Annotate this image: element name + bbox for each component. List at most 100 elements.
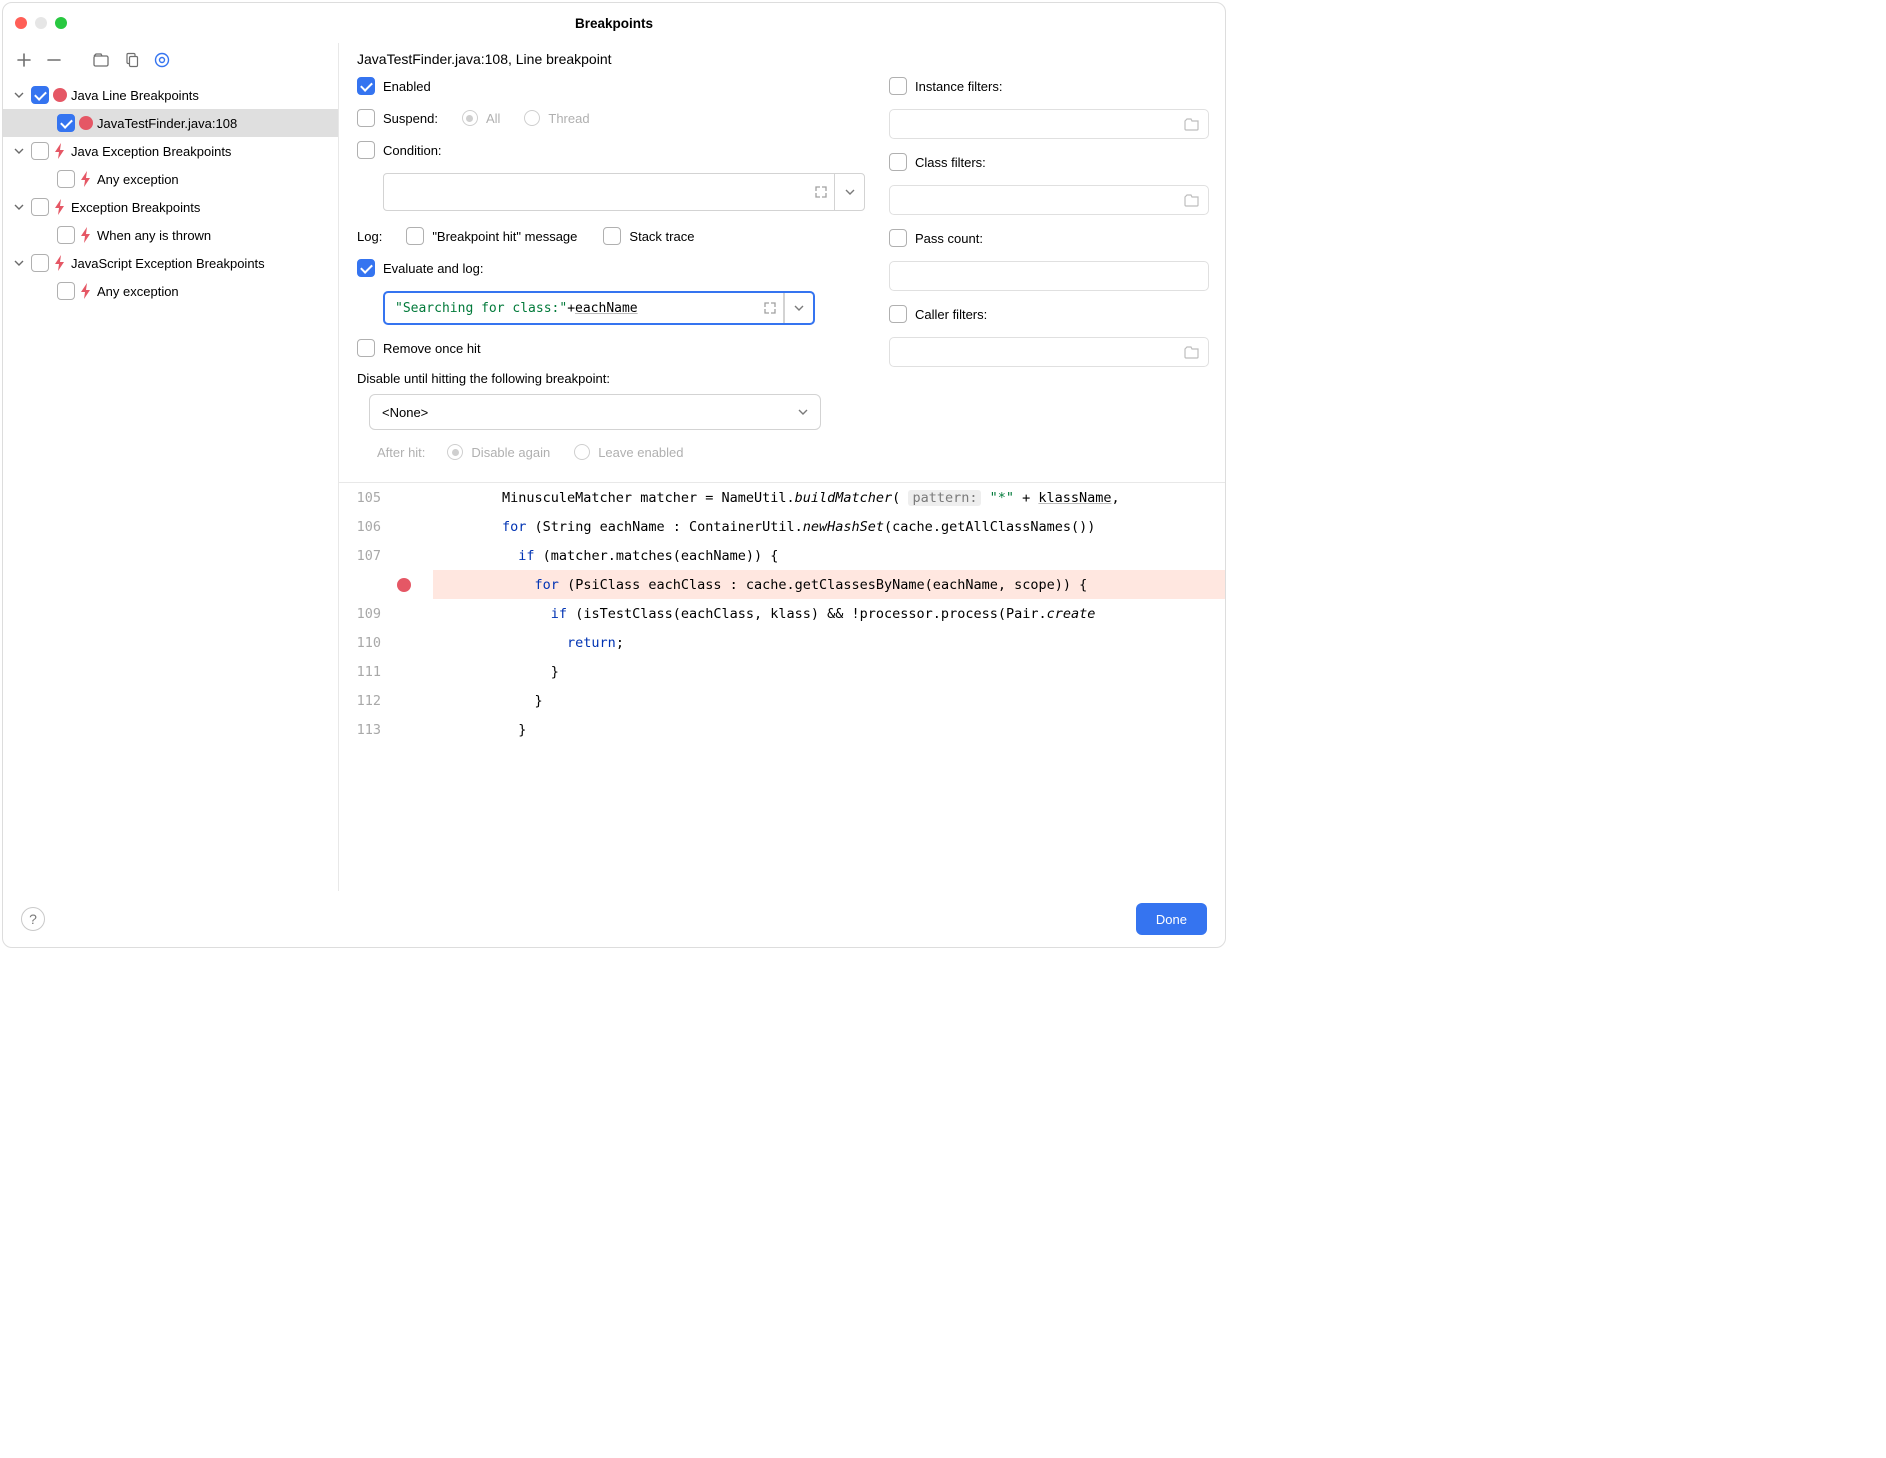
tree-item[interactable]: When any is thrown	[3, 221, 338, 249]
footer: ? Done	[3, 891, 1225, 947]
minimize-window-icon[interactable]	[35, 17, 47, 29]
tree-item[interactable]: Any exception	[3, 165, 338, 193]
code-text: }	[433, 722, 1225, 738]
checkbox[interactable]	[57, 282, 75, 300]
breakpoint-title: JavaTestFinder.java:108, Line breakpoint	[339, 43, 1225, 71]
tree-group[interactable]: Java Line Breakpoints	[3, 81, 338, 109]
tree-group[interactable]: Exception Breakpoints	[3, 193, 338, 221]
code-line: 107 if (matcher.matches(eachName)) {	[339, 541, 1225, 570]
checkbox[interactable]	[57, 226, 75, 244]
breakpoints-dialog: Breakpoints	[2, 2, 1226, 948]
gutter-breakpoint[interactable]	[389, 578, 419, 592]
condition-checkbox[interactable]	[357, 141, 375, 159]
checkbox[interactable]	[57, 170, 75, 188]
maximize-window-icon[interactable]	[55, 17, 67, 29]
instance-filters-checkbox[interactable]	[889, 77, 907, 95]
after-hit-row: After hit: Disable again Leave enabled	[357, 444, 865, 460]
code-line: 105 MinusculeMatcher matcher = NameUtil.…	[339, 483, 1225, 512]
checkbox[interactable]	[57, 114, 75, 132]
class-filters-input[interactable]	[889, 185, 1209, 215]
tree-group-label: Java Line Breakpoints	[71, 88, 199, 103]
evaluate-input[interactable]: "Searching for class:" + eachName	[383, 291, 815, 325]
chevron-down-icon[interactable]	[11, 199, 27, 215]
code-line: 111 }	[339, 657, 1225, 686]
code-text: if (isTestClass(eachClass, klass) && !pr…	[433, 606, 1225, 622]
leave-enabled-label: Leave enabled	[598, 445, 683, 460]
class-filters-label: Class filters:	[915, 155, 986, 170]
disable-until-value: <None>	[382, 405, 428, 420]
window-title: Breakpoints	[3, 16, 1225, 31]
breakpoint-dot-icon	[79, 116, 93, 130]
details-panel: JavaTestFinder.java:108, Line breakpoint…	[339, 43, 1225, 891]
breakpoint-tree[interactable]: Java Line Breakpoints JavaTestFinder.jav…	[3, 77, 338, 309]
sidebar-toolbar	[3, 43, 338, 77]
code-preview: 105 MinusculeMatcher matcher = NameUtil.…	[339, 482, 1225, 891]
tree-item-label: Any exception	[97, 284, 179, 299]
close-window-icon[interactable]	[15, 17, 27, 29]
disable-until-select[interactable]: <None>	[369, 394, 821, 430]
exception-bolt-icon	[79, 171, 93, 187]
leave-enabled-radio[interactable]	[574, 444, 590, 460]
tree-item[interactable]: JavaTestFinder.java:108	[3, 109, 338, 137]
suspend-all-label: All	[486, 111, 500, 126]
add-breakpoint-button[interactable]	[13, 49, 35, 71]
suspend-thread-label: Thread	[548, 111, 589, 126]
folder-icon[interactable]	[1184, 193, 1200, 207]
checkbox[interactable]	[31, 142, 49, 160]
suspend-checkbox[interactable]	[357, 109, 375, 127]
chevron-down-icon[interactable]	[11, 143, 27, 159]
checkbox[interactable]	[31, 254, 49, 272]
checkbox[interactable]	[31, 86, 49, 104]
suspend-thread-radio[interactable]	[524, 110, 540, 126]
copy-breakpoint-button[interactable]	[121, 49, 143, 71]
code-line: 109 if (isTestClass(eachClass, klass) &&…	[339, 599, 1225, 628]
code-line: 112 }	[339, 686, 1225, 715]
condition-row: Condition:	[357, 141, 865, 159]
code-text: for (String eachName : ContainerUtil.new…	[433, 519, 1225, 535]
expand-icon[interactable]	[763, 301, 777, 315]
disable-again-radio[interactable]	[447, 444, 463, 460]
folder-icon[interactable]	[1184, 345, 1200, 359]
remove-breakpoint-button[interactable]	[43, 49, 65, 71]
tree-item[interactable]: Any exception	[3, 277, 338, 305]
chevron-down-icon	[798, 407, 808, 417]
code-line: for (PsiClass eachClass : cache.getClass…	[339, 570, 1225, 599]
tree-item-label: Any exception	[97, 172, 179, 187]
caller-filters-checkbox[interactable]	[889, 305, 907, 323]
tree-group[interactable]: Java Exception Breakpoints	[3, 137, 338, 165]
tree-group-label: JavaScript Exception Breakpoints	[71, 256, 265, 271]
bp-hit-checkbox[interactable]	[406, 227, 424, 245]
chevron-down-icon[interactable]	[11, 255, 27, 271]
condition-dropdown-icon[interactable]	[834, 174, 864, 210]
tree-item-label: JavaTestFinder.java:108	[97, 116, 237, 131]
done-button[interactable]: Done	[1136, 903, 1207, 935]
enabled-checkbox[interactable]	[357, 77, 375, 95]
stack-trace-checkbox[interactable]	[603, 227, 621, 245]
expand-icon[interactable]	[814, 185, 828, 199]
line-number: 106	[339, 519, 389, 535]
pass-count-input[interactable]	[889, 261, 1209, 291]
evaluate-checkbox[interactable]	[357, 259, 375, 277]
caller-filters-input[interactable]	[889, 337, 1209, 367]
checkbox[interactable]	[31, 198, 49, 216]
instance-filters-input[interactable]	[889, 109, 1209, 139]
tree-item-label: When any is thrown	[97, 228, 211, 243]
pass-count-checkbox[interactable]	[889, 229, 907, 247]
caller-filters-label: Caller filters:	[915, 307, 987, 322]
condition-input[interactable]	[383, 173, 865, 211]
help-button[interactable]: ?	[21, 907, 45, 931]
evaluate-dropdown-icon[interactable]	[783, 293, 813, 323]
remove-once-row: Remove once hit	[357, 339, 865, 357]
class-filters-checkbox[interactable]	[889, 153, 907, 171]
suspend-all-radio[interactable]	[462, 110, 478, 126]
remove-once-checkbox[interactable]	[357, 339, 375, 357]
exception-bolt-icon	[79, 283, 93, 299]
chevron-down-icon[interactable]	[11, 87, 27, 103]
toggle-preview-button[interactable]	[151, 49, 173, 71]
enabled-row: Enabled	[357, 77, 865, 95]
group-by-file-button[interactable]	[91, 49, 113, 71]
tree-group[interactable]: JavaScript Exception Breakpoints	[3, 249, 338, 277]
tree-group-label: Java Exception Breakpoints	[71, 144, 231, 159]
folder-icon[interactable]	[1184, 117, 1200, 131]
condition-label: Condition:	[383, 143, 442, 158]
